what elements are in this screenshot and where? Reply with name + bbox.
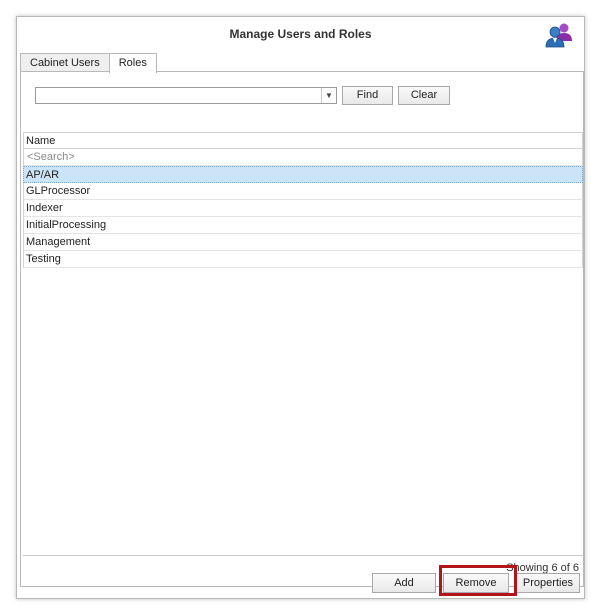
table-row[interactable]: AP/AR [23, 166, 583, 183]
roles-grid: Name <Search> AP/AR GLProcessor Indexer … [23, 132, 583, 556]
tab-cabinet-users[interactable]: Cabinet Users [20, 53, 110, 72]
find-button[interactable]: Find [342, 86, 393, 105]
window-title: Manage Users and Roles [229, 27, 372, 41]
table-row[interactable]: InitialProcessing [23, 217, 583, 234]
tab-strip: Cabinet Users Roles [20, 53, 157, 73]
grid-search-row[interactable]: <Search> [23, 149, 583, 166]
add-button[interactable]: Add [372, 573, 436, 593]
roles-panel: ▼ Find Clear Name <Search> AP/AR GLProce… [20, 71, 584, 587]
remove-highlight-box [439, 565, 517, 596]
column-header-name[interactable]: Name [23, 132, 583, 149]
table-row[interactable]: Indexer [23, 200, 583, 217]
table-row[interactable]: Testing [23, 251, 583, 268]
chevron-down-icon[interactable]: ▼ [321, 88, 336, 103]
role-filter-combobox[interactable]: ▼ [35, 87, 337, 104]
properties-button[interactable]: Properties [516, 573, 580, 593]
clear-button[interactable]: Clear [398, 86, 450, 105]
manage-users-roles-window: Manage Users and Roles Cabinet Users Rol… [16, 16, 585, 599]
tab-roles[interactable]: Roles [108, 53, 157, 73]
table-row[interactable]: Management [23, 234, 583, 251]
users-roles-icon [544, 21, 576, 49]
table-row[interactable]: GLProcessor [23, 183, 583, 200]
